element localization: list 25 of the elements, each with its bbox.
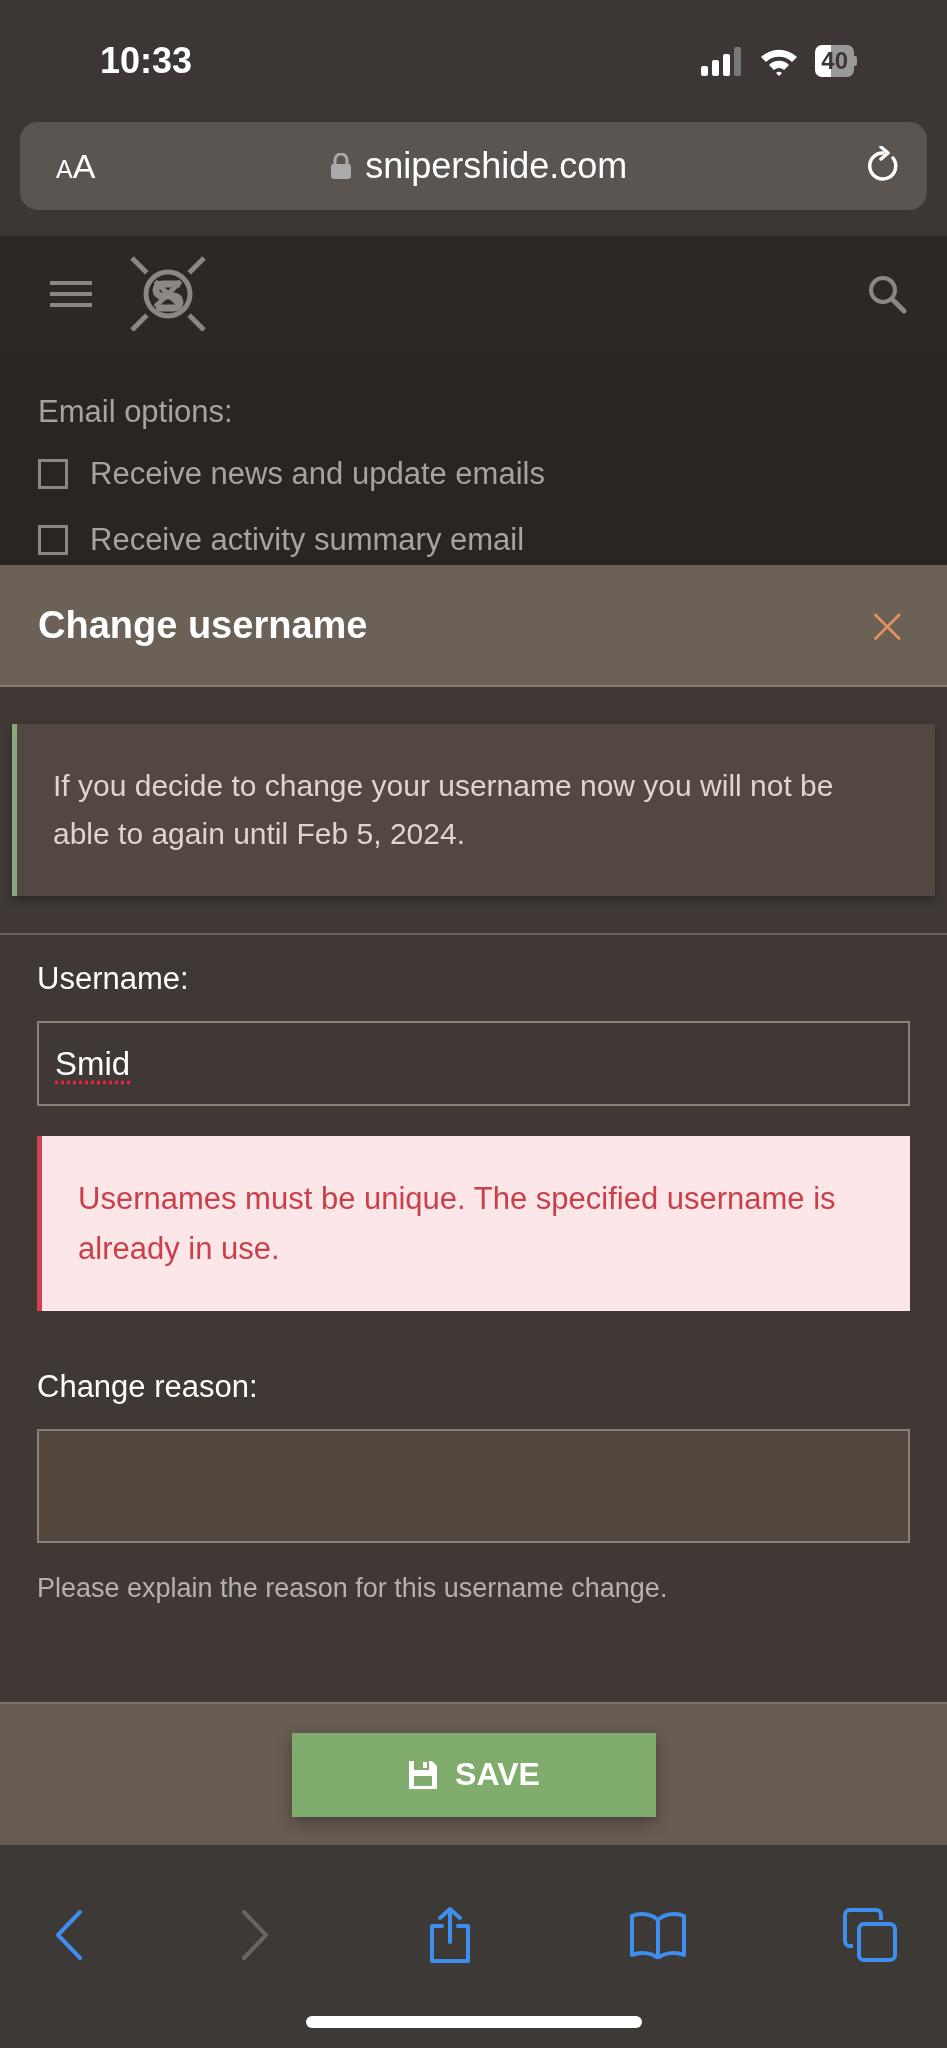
search-icon[interactable] bbox=[867, 274, 907, 314]
reason-field[interactable] bbox=[37, 1429, 910, 1544]
checkbox-label: Receive news and update emails bbox=[90, 456, 545, 492]
text-size-button[interactable]: AA bbox=[56, 146, 96, 186]
reason-label: Change reason: bbox=[37, 1369, 259, 1406]
address-bar[interactable]: AA snipershide.com bbox=[20, 122, 927, 210]
back-button[interactable] bbox=[54, 1909, 84, 1961]
username-label: Username: bbox=[37, 961, 190, 997]
notice-message: If you decide to change your username now you will not be able to again until Feb 5, 2024. bbox=[12, 724, 935, 896]
username-field[interactable]: Smid bbox=[37, 1021, 910, 1106]
checkbox-label: Receive activity summary email bbox=[90, 522, 525, 558]
bookmarks-button[interactable] bbox=[628, 1911, 687, 1959]
url-text: snipershide.com bbox=[365, 145, 628, 187]
section-label: Email options: bbox=[38, 394, 234, 430]
error-message: Usernames must be unique. The specified username is already in use. bbox=[37, 1136, 910, 1312]
checkbox[interactable] bbox=[38, 459, 68, 489]
status-time: 10:33 bbox=[100, 40, 193, 82]
tabs-button[interactable] bbox=[843, 1908, 897, 1962]
signal-icon bbox=[701, 46, 744, 76]
logo-icon[interactable] bbox=[128, 254, 208, 334]
checkbox[interactable] bbox=[38, 525, 68, 555]
dialog-title: Change username bbox=[38, 603, 368, 647]
lock-icon bbox=[331, 153, 352, 179]
reason-hint: Please explain the reason for this username change. bbox=[37, 1573, 669, 1605]
menu-icon[interactable] bbox=[50, 279, 92, 309]
